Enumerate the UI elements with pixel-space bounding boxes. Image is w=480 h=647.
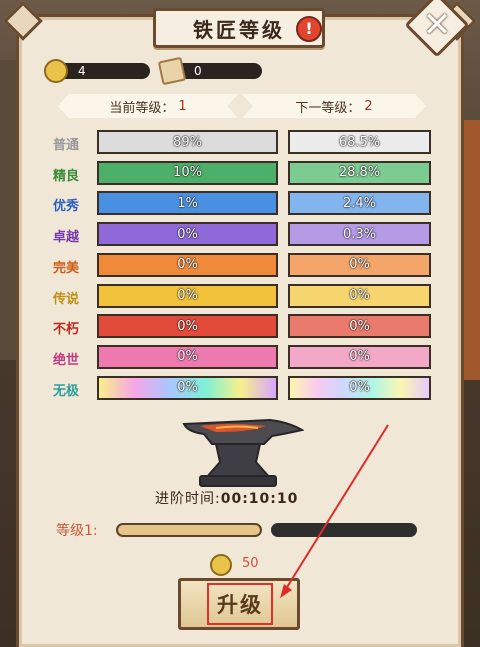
- next-level-rate: 28.8%: [288, 160, 431, 185]
- quality-name: 优秀: [52, 199, 79, 215]
- coin-icon: [44, 59, 68, 83]
- current-level-rate: 0%: [97, 314, 278, 339]
- current-level-rate: 0%: [97, 222, 278, 247]
- current-level-label: 当前等级：: [109, 100, 175, 116]
- current-level-rate: 0%: [97, 252, 278, 277]
- close-icon[interactable]: ✕: [414, 2, 460, 48]
- next-level-rate: 0%: [288, 283, 431, 308]
- upgrade-label[interactable]: 升级: [207, 583, 273, 625]
- next-level-label: 下一等级：: [295, 100, 361, 116]
- currency-scroll: 0: [157, 56, 262, 86]
- level-progress-filled: [116, 523, 262, 537]
- quality-name: 绝世: [52, 352, 79, 368]
- next-level-rate: 0%: [288, 314, 431, 339]
- next-level-header: 下一等级： 2: [242, 94, 426, 118]
- anvil-icon: [182, 418, 304, 487]
- current-level-rate: 1%: [97, 191, 278, 216]
- panel-title: 铁匠等级: [193, 17, 285, 42]
- current-level-rate: 10%: [97, 160, 278, 185]
- next-level-value: 2: [364, 98, 373, 114]
- advance-time: 进阶时间:00:10:10: [155, 488, 298, 508]
- scroll-icon: [157, 56, 187, 86]
- next-level-rate: 0%: [288, 375, 431, 400]
- level-progress-empty: [271, 523, 417, 537]
- quality-name: 不朽: [52, 322, 79, 338]
- currency-bar: [54, 63, 150, 79]
- current-level-value: 1: [178, 98, 187, 114]
- level-progress-label: 等级1:: [56, 523, 98, 539]
- advance-time-value: 00:10:10: [220, 491, 299, 507]
- currency-coin: 4: [44, 59, 150, 83]
- next-level-rate: 68.5%: [288, 130, 431, 154]
- scroll-count: 0: [194, 64, 202, 78]
- coin-icon: [210, 554, 232, 576]
- current-level-rate: 89%: [97, 130, 278, 154]
- next-level-rate: 2.4%: [288, 191, 431, 216]
- current-level-rate: 0%: [97, 344, 278, 369]
- quality-name: 精良: [52, 168, 79, 184]
- advance-time-label: 进阶时间:: [155, 491, 221, 507]
- quality-name: 传说: [52, 291, 79, 307]
- quality-name: 普通: [52, 138, 79, 153]
- current-level-rate: 0%: [97, 283, 278, 308]
- quality-name: 卓越: [52, 230, 79, 246]
- next-level-rate: 0%: [288, 252, 431, 277]
- quality-name: 完美: [52, 260, 79, 276]
- upgrade-cost: 50: [242, 556, 259, 571]
- next-level-rate: 0.3%: [288, 222, 431, 247]
- next-level-rate: 0%: [288, 344, 431, 369]
- current-level-rate: 0%: [97, 375, 278, 400]
- info-alert-icon[interactable]: !: [296, 16, 322, 42]
- current-level-header: 当前等级： 1: [58, 94, 238, 118]
- coin-count: 4: [78, 64, 86, 78]
- quality-name: 无极: [52, 383, 79, 399]
